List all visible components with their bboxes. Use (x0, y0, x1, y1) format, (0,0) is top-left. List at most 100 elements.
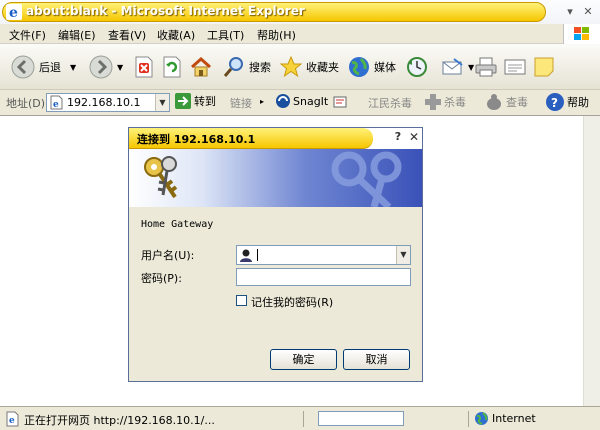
menu-favorites[interactable]: 收藏(A) (157, 27, 195, 43)
mail-icon (442, 58, 463, 75)
password-label: 密码(P): (141, 272, 182, 285)
print-icon (475, 57, 497, 77)
stop-button[interactable] (134, 51, 154, 83)
windows-flag-icon (563, 24, 600, 44)
status-bar: e 正在打开网页 http://192.168.10.1/... Interne… (0, 406, 600, 430)
bug-icon (487, 94, 501, 110)
dialog-help-icon[interactable]: ? (391, 130, 405, 146)
go-arrow-icon (175, 93, 191, 109)
help-label: 帮助 (567, 96, 589, 109)
capture-icon[interactable] (332, 94, 348, 110)
address-label: 地址(D) (6, 97, 46, 110)
home-icon (191, 56, 211, 77)
ok-button[interactable]: 确定 (270, 349, 337, 370)
history-button[interactable] (405, 51, 429, 83)
menu-view[interactable]: 查看(V) (108, 27, 146, 43)
remember-label[interactable]: 记住我的密码(R) (251, 294, 333, 310)
page-icon: e (50, 95, 63, 110)
help-icon: ? (546, 93, 564, 111)
vertical-scrollbar[interactable] (583, 116, 600, 406)
status-text: 正在打开网页 http://192.168.10.1/... (24, 414, 215, 427)
menu-file[interactable]: 文件(F) (9, 27, 46, 43)
login-dialog: 连接到 192.168.10.1 ? ✕ Home Gateway 用户名(U)… (128, 127, 423, 382)
dialog-title: 连接到 192.168.10.1 (137, 133, 256, 146)
favorites-button[interactable]: 收藏夹 (279, 51, 339, 83)
remember-checkbox[interactable] (236, 295, 247, 306)
star-icon (279, 55, 303, 78)
cancel-button[interactable]: 取消 (343, 349, 410, 370)
zone-label: Internet (492, 412, 536, 425)
snagit-icon (276, 94, 290, 108)
browser-window: e about:blank - Microsoft Internet Explo… (0, 0, 600, 430)
window-title: about:blank - Microsoft Internet Explore… (26, 4, 305, 18)
address-url: 192.168.10.1 (67, 96, 141, 109)
forward-dropdown-icon[interactable]: ▼ (117, 63, 123, 72)
dialog-title-bar[interactable]: 连接到 192.168.10.1 ? ✕ (129, 128, 422, 149)
back-label: 后退 (39, 61, 61, 74)
minimize-icon[interactable]: ▾ (562, 4, 578, 19)
svg-text:e: e (53, 100, 59, 110)
search-button[interactable]: 搜索 (222, 51, 271, 83)
kill-virus-button[interactable]: 杀毒 (424, 93, 466, 111)
username-field[interactable]: ▼ (236, 245, 411, 265)
menu-help[interactable]: 帮助(H) (257, 27, 296, 43)
menu-edit[interactable]: 编辑(E) (58, 27, 96, 43)
dialog-close-icon[interactable]: ✕ (407, 130, 421, 146)
scan-virus-label: 查毒 (506, 96, 528, 109)
edit-button[interactable] (503, 51, 527, 83)
keys-icon (144, 156, 178, 199)
media-button[interactable]: 媒体 (347, 51, 396, 83)
password-field[interactable] (236, 268, 411, 286)
back-button[interactable]: 后退 ▼ (10, 51, 76, 83)
title-bar[interactable]: e about:blank - Microsoft Internet Explo… (0, 0, 600, 24)
media-label: 媒体 (374, 61, 396, 74)
jiangmin-label[interactable]: 江民杀毒 (368, 95, 412, 111)
username-dropdown-icon[interactable]: ▼ (396, 246, 410, 264)
kill-virus-label: 杀毒 (444, 96, 466, 109)
close-icon[interactable]: ✕ (580, 4, 596, 19)
refresh-button[interactable] (162, 51, 182, 83)
snagit-label: SnagIt (293, 94, 329, 108)
standard-toolbar: 后退 ▼ ▼ 搜索 收藏夹 媒体 ▼ (0, 44, 600, 90)
internet-zone-icon (475, 412, 488, 425)
loading-page-icon: e (6, 411, 19, 427)
links-chevron-icon[interactable]: ▸ (260, 97, 264, 106)
banner-keys-watermark (331, 151, 402, 207)
go-button[interactable]: 转到 (175, 93, 216, 109)
edit-page-icon (504, 59, 526, 75)
note-button[interactable] (533, 51, 555, 83)
refresh-icon (163, 56, 181, 78)
dialog-banner (129, 149, 422, 207)
forward-arrow-icon (89, 55, 113, 79)
search-label: 搜索 (249, 61, 271, 74)
realm-text: Home Gateway (141, 219, 214, 230)
snagit-button[interactable]: SnagIt (275, 93, 328, 109)
status-divider (468, 411, 469, 427)
stop-icon (135, 56, 153, 78)
history-icon (407, 57, 427, 77)
user-avatar-icon (240, 249, 252, 262)
mail-button[interactable]: ▼ (441, 51, 474, 83)
favorites-label: 收藏夹 (306, 61, 339, 74)
menu-tools[interactable]: 工具(T) (207, 27, 244, 43)
username-label: 用户名(U): (141, 249, 195, 262)
address-input[interactable]: e 192.168.10.1 ▼ (46, 93, 170, 112)
back-dropdown-icon[interactable]: ▼ (70, 63, 76, 72)
links-label[interactable]: 链接 (230, 95, 252, 111)
go-label: 转到 (194, 95, 216, 108)
address-bar: 地址(D) e 192.168.10.1 ▼ 转到 链接 ▸ SnagIt 江民… (0, 90, 600, 116)
svg-text:e: e (9, 5, 18, 20)
media-globe-icon (349, 57, 369, 77)
help-button[interactable]: ? 帮助 (545, 92, 589, 112)
scan-virus-button[interactable]: 查毒 (484, 93, 528, 111)
text-caret (257, 249, 258, 261)
forward-button[interactable]: ▼ (88, 51, 123, 83)
back-arrow-icon (11, 55, 35, 79)
search-icon (223, 57, 243, 77)
status-divider (303, 411, 304, 427)
print-button[interactable] (474, 51, 498, 83)
address-dropdown-icon[interactable]: ▼ (155, 94, 169, 111)
note-icon (534, 57, 554, 77)
cross-icon (425, 94, 441, 110)
home-button[interactable] (190, 51, 212, 83)
